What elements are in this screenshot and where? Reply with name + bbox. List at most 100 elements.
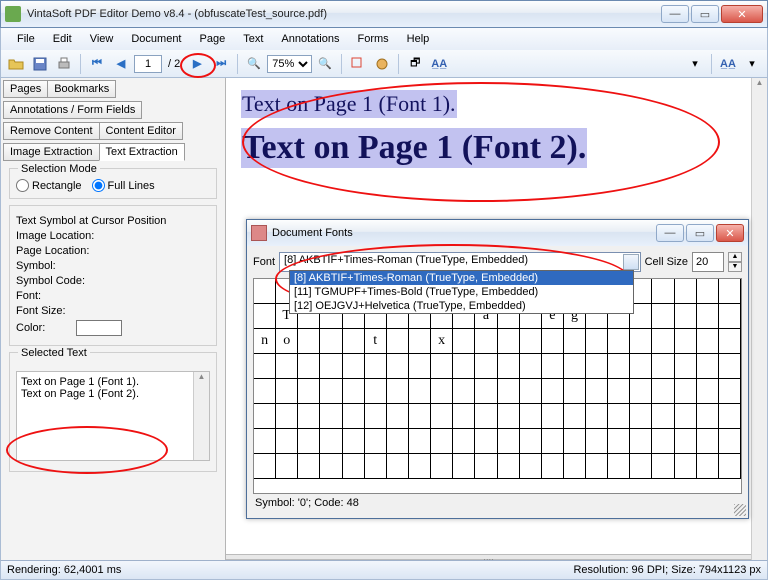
glyph-cell[interactable]: [254, 354, 276, 379]
zoom-out-icon[interactable]: 🔍: [243, 53, 265, 75]
glyph-cell[interactable]: x: [431, 329, 453, 354]
tool-view-icon[interactable]: 🗗: [404, 53, 426, 75]
glyph-cell[interactable]: [630, 379, 652, 404]
zoom-in-icon[interactable]: 🔍: [314, 53, 336, 75]
glyph-cell[interactable]: [542, 429, 564, 454]
font-option-1[interactable]: [11] TGMUPF+Times-Bold (TrueType, Embedd…: [290, 285, 633, 299]
cellsize-spinner[interactable]: ▲▼: [728, 252, 742, 272]
glyph-cell[interactable]: [431, 379, 453, 404]
glyph-cell[interactable]: [298, 404, 320, 429]
glyph-cell[interactable]: [475, 429, 497, 454]
glyph-cell[interactable]: [431, 354, 453, 379]
glyph-cell[interactable]: [520, 329, 542, 354]
glyph-cell[interactable]: [409, 404, 431, 429]
glyph-cell[interactable]: [608, 404, 630, 429]
glyph-cell[interactable]: [298, 454, 320, 479]
minimize-button[interactable]: —: [661, 5, 689, 23]
glyph-cell[interactable]: [652, 429, 674, 454]
glyph-cell[interactable]: [431, 454, 453, 479]
canvas-scrollbar[interactable]: ▲: [751, 78, 767, 560]
glyph-cell[interactable]: [254, 279, 276, 304]
glyph-cell[interactable]: [343, 379, 365, 404]
glyph-cell[interactable]: [387, 354, 409, 379]
glyph-cell[interactable]: [475, 379, 497, 404]
tab-text-extraction[interactable]: Text Extraction: [99, 143, 185, 161]
chevron-down-icon[interactable]: [623, 254, 639, 270]
glyph-cell[interactable]: [409, 379, 431, 404]
glyph-cell[interactable]: [652, 454, 674, 479]
horizontal-splitter[interactable]: ····: [226, 554, 751, 560]
glyph-cell[interactable]: [542, 454, 564, 479]
font-option-0[interactable]: [8] AKBTIF+Times-Roman (TrueType, Embedd…: [290, 271, 633, 285]
glyph-cell[interactable]: [675, 404, 697, 429]
glyph-cell[interactable]: [630, 354, 652, 379]
glyph-cell[interactable]: [498, 404, 520, 429]
tab-image-extraction[interactable]: Image Extraction: [3, 143, 100, 161]
glyph-cell[interactable]: [320, 429, 342, 454]
glyph-cell[interactable]: [365, 454, 387, 479]
glyph-cell[interactable]: [697, 279, 719, 304]
glyph-cell[interactable]: [542, 354, 564, 379]
glyph-cell[interactable]: [520, 354, 542, 379]
glyph-cell[interactable]: [719, 454, 741, 479]
fontwin-minimize[interactable]: —: [656, 224, 684, 242]
glyph-cell[interactable]: [453, 354, 475, 379]
glyph-cell[interactable]: [343, 329, 365, 354]
glyph-cell[interactable]: [453, 329, 475, 354]
glyph-cell[interactable]: [652, 279, 674, 304]
selected-text-box[interactable]: Text on Page 1 (Font 1). Text on Page 1 …: [16, 371, 210, 461]
glyph-cell[interactable]: [276, 379, 298, 404]
glyph-cell[interactable]: [276, 429, 298, 454]
glyph-cell[interactable]: [387, 454, 409, 479]
glyph-cell[interactable]: [453, 379, 475, 404]
glyph-cell[interactable]: [719, 354, 741, 379]
glyph-cell[interactable]: [564, 454, 586, 479]
menu-text[interactable]: Text: [235, 31, 271, 47]
glyph-cell[interactable]: [475, 329, 497, 354]
glyph-cell[interactable]: [719, 304, 741, 329]
glyph-cell[interactable]: [630, 329, 652, 354]
glyph-cell[interactable]: [652, 304, 674, 329]
resize-grip[interactable]: [734, 504, 746, 516]
glyph-cell[interactable]: [387, 379, 409, 404]
glyph-cell[interactable]: [498, 429, 520, 454]
glyph-cell[interactable]: n: [254, 329, 276, 354]
glyph-cell[interactable]: [564, 379, 586, 404]
glyph-cell[interactable]: [586, 429, 608, 454]
glyph-cell[interactable]: [697, 454, 719, 479]
glyph-cell[interactable]: [675, 379, 697, 404]
glyph-cell[interactable]: [320, 329, 342, 354]
tool-font-icon[interactable]: A̲A̲: [428, 53, 450, 75]
cellsize-input[interactable]: [692, 252, 724, 272]
glyph-cell[interactable]: [276, 354, 298, 379]
glyph-cell[interactable]: [498, 354, 520, 379]
menu-page[interactable]: Page: [192, 31, 234, 47]
menu-view[interactable]: View: [82, 31, 122, 47]
glyph-cell[interactable]: [298, 429, 320, 454]
page-input[interactable]: [134, 55, 162, 73]
menu-document[interactable]: Document: [123, 31, 189, 47]
glyph-cell[interactable]: [697, 379, 719, 404]
tab-remove-content[interactable]: Remove Content: [3, 122, 100, 140]
glyph-cell[interactable]: [298, 354, 320, 379]
glyph-cell[interactable]: [697, 354, 719, 379]
glyph-cell[interactable]: [365, 429, 387, 454]
glyph-cell[interactable]: [520, 379, 542, 404]
glyph-cell[interactable]: [475, 354, 497, 379]
glyph-cell[interactable]: [387, 429, 409, 454]
glyph-cell[interactable]: [675, 329, 697, 354]
glyph-cell[interactable]: [564, 329, 586, 354]
glyph-cell[interactable]: [254, 454, 276, 479]
glyph-cell[interactable]: [475, 454, 497, 479]
selected-text-scrollbar[interactable]: ▲: [193, 372, 209, 460]
glyph-cell[interactable]: [254, 304, 276, 329]
glyph-cell[interactable]: [630, 429, 652, 454]
glyph-cell[interactable]: t: [365, 329, 387, 354]
menu-forms[interactable]: Forms: [350, 31, 397, 47]
glyph-cell[interactable]: [365, 404, 387, 429]
glyph-cell[interactable]: [608, 379, 630, 404]
menu-annotations[interactable]: Annotations: [273, 31, 347, 47]
tool-font2-icon[interactable]: A̲A̲: [717, 53, 739, 75]
prev-page-icon[interactable]: ◀: [110, 53, 132, 75]
menu-file[interactable]: File: [9, 31, 43, 47]
